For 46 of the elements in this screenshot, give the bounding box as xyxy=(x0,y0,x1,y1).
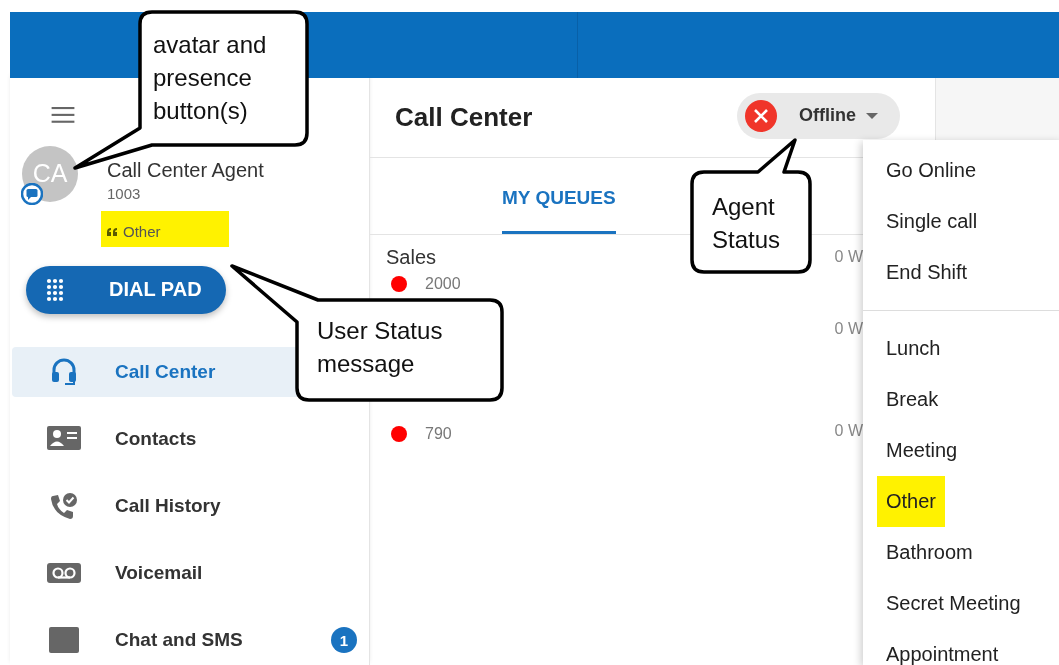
menu-item[interactable]: Bathroom xyxy=(877,527,982,578)
menu-item[interactable]: Go Online xyxy=(877,145,986,196)
menu-item[interactable]: Lunch xyxy=(877,323,950,374)
queue-number: 2000 xyxy=(425,275,461,293)
menu-item[interactable]: Single call xyxy=(877,196,987,247)
close-circle-icon xyxy=(745,99,777,132)
menu-item[interactable]: Meeting xyxy=(877,425,967,476)
headset-icon xyxy=(50,357,77,387)
status-message[interactable]: Other xyxy=(101,210,229,247)
voicemail-icon xyxy=(46,563,81,583)
contact-card-icon xyxy=(46,426,81,452)
menu-icon[interactable] xyxy=(50,107,76,123)
tab[interactable]: MY QUEUES xyxy=(502,158,616,234)
unread-badge: 1 xyxy=(331,627,357,653)
dial-pad-button[interactable]: DIAL PAD xyxy=(26,265,226,314)
nav-item[interactable]: Voicemail xyxy=(12,548,367,598)
nav-item[interactable]: Contacts xyxy=(12,414,367,464)
annotation-tooltip-text: avatar and presence button(s) xyxy=(153,30,268,126)
dialpad-icon xyxy=(46,277,64,302)
presence-chat-icon[interactable] xyxy=(21,182,43,205)
menu-item[interactable]: End Shift xyxy=(877,247,977,298)
queue-number: 790 xyxy=(425,425,452,443)
chat-icon xyxy=(48,627,79,653)
queue-waiting: 0 W xyxy=(834,320,863,338)
page-title: Call Center xyxy=(395,102,533,133)
nav-item[interactable]: Call History xyxy=(12,481,367,531)
nav-label: Contacts xyxy=(115,428,198,450)
queue-waiting: 0 W xyxy=(834,422,863,440)
caret-icon xyxy=(866,112,878,119)
user-name: Call Center Agent xyxy=(107,157,264,182)
menu-item[interactable]: Secret Meeting xyxy=(877,578,1030,629)
nav-label: Voicemail xyxy=(115,562,204,584)
nav-label: Call History xyxy=(115,495,222,517)
status-message-text: Other xyxy=(123,223,161,241)
nav-item[interactable]: Chat and SMS 1 xyxy=(12,615,367,665)
annotation-tooltip-text: Agent Status xyxy=(712,192,782,255)
menu-item[interactable]: Other xyxy=(877,476,946,527)
menu-item[interactable]: Break xyxy=(877,374,948,425)
agent-status-button[interactable]: Offline xyxy=(737,92,900,139)
queue-waiting: 0 W xyxy=(834,248,863,266)
quote-icon xyxy=(107,227,118,236)
queue-name: Sales xyxy=(386,245,438,269)
nav-label: Chat and SMS xyxy=(115,629,244,651)
phone-check-icon xyxy=(49,492,78,520)
menu-item[interactable]: Appointment xyxy=(877,629,1008,665)
user-extension: 1003 xyxy=(107,183,141,204)
